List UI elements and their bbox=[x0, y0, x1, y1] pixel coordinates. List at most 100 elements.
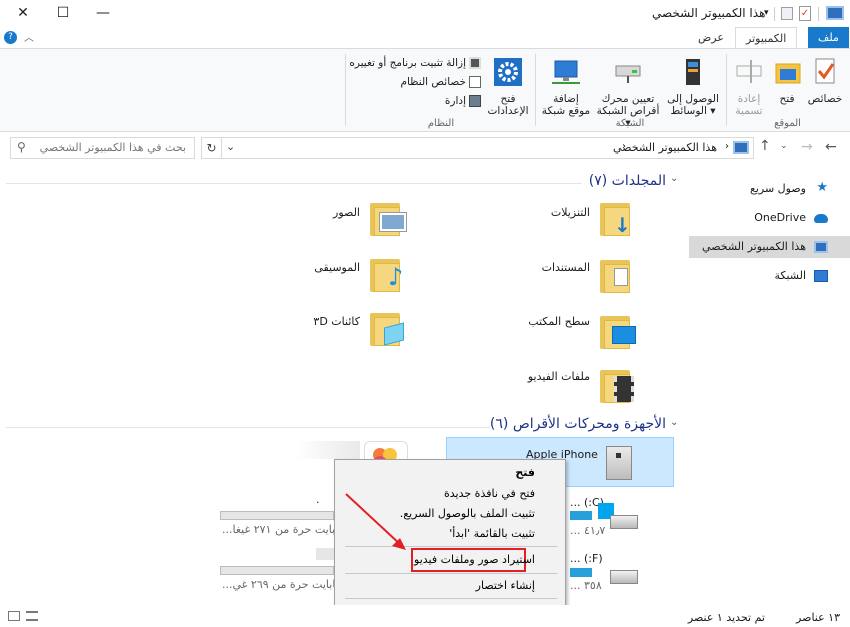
device-left2-label bbox=[316, 548, 334, 560]
system-properties-icon bbox=[469, 76, 481, 88]
tab-view[interactable]: عرض bbox=[688, 27, 734, 49]
collapse-ribbon-icon[interactable]: ︿ bbox=[24, 29, 34, 44]
computer-icon bbox=[733, 141, 749, 154]
group-separator bbox=[726, 54, 727, 126]
device-drive-f[interactable]: (F:) ... ٣٥٨ ... bbox=[570, 548, 670, 598]
device-left1-usage-bar bbox=[220, 511, 334, 520]
media-server-icon bbox=[686, 59, 700, 85]
address-row: ← → ⌄ ↑ › هذا الكمبيوتر الشخصي › ⌄ ↻ بحث… bbox=[0, 133, 850, 163]
open-button[interactable]: فتح bbox=[772, 56, 802, 105]
status-item-count: ١٣ عناصر bbox=[796, 611, 840, 624]
tab-computer[interactable]: الكمبيوتر bbox=[735, 27, 797, 50]
properties-icon bbox=[815, 58, 835, 84]
device-drive-c[interactable]: (C:) ... ٤١٫٧ ... bbox=[570, 491, 670, 541]
device-left2-usage-bar bbox=[220, 566, 334, 575]
folder-label-videos: ملفات الفيديو bbox=[527, 370, 590, 383]
music-folder-icon: ♪ bbox=[370, 257, 406, 293]
breadcrumb-this-pc[interactable]: هذا الكمبيوتر الشخصي bbox=[613, 141, 717, 154]
add-network-location-button[interactable]: إضافة موقع شبكة bbox=[540, 56, 592, 117]
group-label-network: الشبكة bbox=[615, 118, 645, 129]
recent-locations-icon[interactable]: ⌄ bbox=[780, 141, 788, 151]
downloads-folder-icon: ↓ bbox=[600, 201, 636, 237]
search-icon: ⚲ bbox=[17, 140, 26, 154]
address-bar[interactable]: › هذا الكمبيوتر الشخصي › ⌄ bbox=[221, 137, 754, 159]
qat-dropdown-icon[interactable]: ▾ bbox=[764, 8, 769, 18]
collapse-folders-icon[interactable]: ⌄ bbox=[670, 173, 678, 184]
nav-item-quick-access[interactable]: ★ وصول سريع bbox=[689, 178, 850, 200]
tab-file[interactable]: ملف bbox=[808, 27, 849, 49]
refresh-icon[interactable]: ↻ bbox=[201, 137, 222, 159]
search-box[interactable]: بحث في هذا الكمبيوتر الشخصي ⚲ bbox=[10, 137, 195, 159]
forward-arrow-icon[interactable]: → bbox=[801, 139, 813, 155]
ribbon-tabs: ? ︿ عرض الكمبيوتر ملف bbox=[0, 27, 850, 50]
documents-folder-icon bbox=[600, 258, 636, 294]
qat-new-folder-icon[interactable] bbox=[781, 7, 793, 20]
device-left1-label: . bbox=[316, 493, 320, 506]
desktop-folder-icon bbox=[600, 314, 636, 350]
search-placeholder: بحث في هذا الكمبيوتر الشخصي bbox=[39, 141, 186, 154]
properties-button[interactable]: خصائص bbox=[805, 56, 845, 105]
gear-icon bbox=[494, 58, 522, 86]
menu-separator bbox=[345, 598, 557, 599]
drive-f-usage-bar bbox=[570, 568, 592, 577]
pictures-folder-icon bbox=[370, 201, 406, 237]
hard-drive-icon bbox=[610, 570, 638, 584]
drive-f-label: (F:) ... bbox=[570, 552, 603, 565]
folder-label-downloads: التنزيلات bbox=[550, 206, 590, 219]
folder-open-icon bbox=[775, 63, 801, 84]
menu-item-open[interactable]: فتح bbox=[335, 463, 565, 483]
folder-label-pictures: الصور bbox=[333, 206, 360, 219]
collapse-devices-icon[interactable]: ⌄ bbox=[670, 417, 678, 428]
large-icons-view-icon[interactable] bbox=[8, 611, 20, 621]
nav-item-this-pc[interactable]: هذا الكمبيوتر الشخصي bbox=[689, 236, 850, 258]
folder-label-desktop: سطح المكتب bbox=[528, 315, 590, 328]
drive-f-free: ٣٥٨ ... bbox=[570, 579, 602, 592]
breadcrumb-separator-icon[interactable]: › bbox=[725, 141, 729, 152]
network-icon bbox=[814, 270, 828, 282]
computer-icon bbox=[814, 241, 828, 253]
group-label-location: الموقع bbox=[774, 118, 801, 129]
rename-button[interactable]: إعادة تسمية bbox=[732, 56, 766, 117]
uninstall-icon bbox=[469, 57, 481, 69]
title-bar: ✕ ☐ — هذا الكمبيوتر الشخصي ▾ ✓ bbox=[0, 0, 850, 27]
drive-c-free: ٤١٫٧ ... bbox=[570, 524, 606, 537]
iphone-device-icon bbox=[606, 446, 632, 480]
address-dropdown-icon[interactable]: ⌄ bbox=[226, 140, 235, 153]
device-name-blurred bbox=[296, 441, 360, 459]
folder-label-music: الموسيقى bbox=[314, 261, 360, 274]
nav-item-onedrive[interactable]: OneDrive bbox=[689, 207, 850, 229]
up-arrow-icon[interactable]: ↑ bbox=[759, 138, 771, 154]
videos-folder-icon bbox=[600, 368, 636, 404]
devices-header[interactable]: الأجهزة ومحركات الأقراص (٦) bbox=[490, 416, 666, 432]
manage-item[interactable]: إدارة bbox=[355, 93, 481, 109]
star-icon: ★ bbox=[816, 180, 828, 195]
help-icon[interactable]: ? bbox=[4, 31, 17, 44]
network-location-icon bbox=[552, 60, 580, 84]
back-arrow-icon[interactable]: ← bbox=[825, 139, 837, 155]
minimize-icon[interactable]: — bbox=[80, 0, 126, 27]
open-settings-button[interactable]: فتح الإعدادات bbox=[486, 56, 530, 117]
network-drive-icon bbox=[615, 65, 641, 83]
manage-icon bbox=[469, 95, 481, 107]
qat-separator bbox=[818, 7, 819, 21]
folder-label-3d-objects: كائنات ٣D bbox=[313, 315, 360, 328]
window-title: هذا الكمبيوتر الشخصي bbox=[652, 6, 766, 20]
access-media-button[interactable]: الوصول إلى الوسائط ▾ bbox=[666, 56, 720, 117]
menu-item-create-shortcut[interactable]: إنشاء اختصار bbox=[335, 576, 565, 596]
hard-drive-icon bbox=[610, 515, 638, 529]
navigation-pane: ★ وصول سريع OneDrive هذا الكمبيوتر الشخص… bbox=[689, 165, 850, 605]
system-properties-item[interactable]: خصائص النظام bbox=[355, 74, 481, 90]
qat-properties-icon[interactable]: ✓ bbox=[799, 6, 811, 21]
details-view-icon[interactable] bbox=[26, 611, 38, 621]
group-separator bbox=[345, 54, 346, 126]
annotation-arrow bbox=[345, 493, 406, 550]
nav-item-network[interactable]: الشبكة bbox=[689, 265, 850, 287]
menu-separator bbox=[345, 573, 557, 574]
uninstall-program-item[interactable]: إزالة تثبيت برنامج أو تغييره bbox=[349, 55, 481, 71]
folders-header[interactable]: المجلدات (٧) bbox=[589, 173, 666, 189]
drive-c-usage-bar bbox=[570, 511, 592, 520]
ribbon: خصائص فتح إعادة تسمية الموقع الوصول إلى … bbox=[0, 48, 850, 132]
section-divider bbox=[6, 183, 582, 184]
folder-label-documents: المستندات bbox=[541, 261, 590, 274]
group-label-system: النظام bbox=[427, 118, 455, 129]
